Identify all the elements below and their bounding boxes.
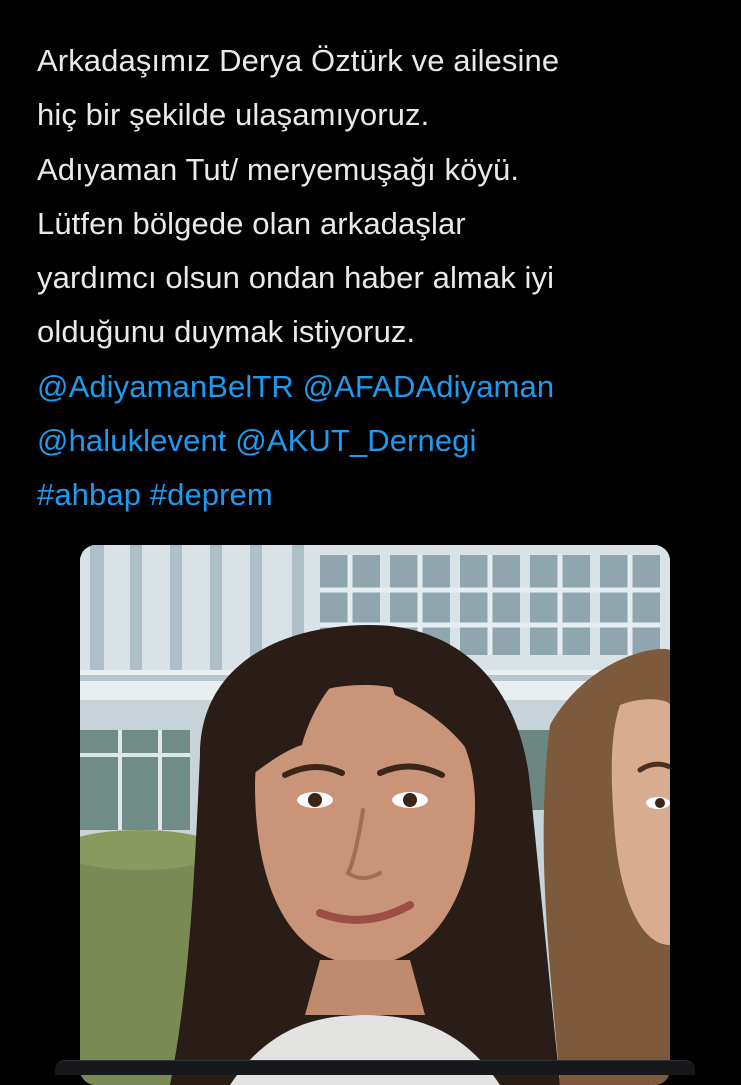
hashtag-link-ahbap[interactable]: #ahbap [37, 477, 141, 512]
tweet-text-line: yardımcı olsun ondan haber almak iyi [37, 260, 555, 296]
mentions-line-1: @AdiyamanBelTR @AFADAdiyaman [37, 360, 727, 414]
mention-link-afadadiyaman[interactable]: @AFADAdiyaman [303, 369, 555, 404]
tweet-text: Arkadaşımız Derya Öztürk ve ailesine hiç… [37, 34, 727, 523]
tweet-text-line: olduğunu duymak istiyoruz. [37, 314, 416, 350]
tweet-photo[interactable] [80, 545, 670, 1085]
tweet-text-line: hiç bir şekilde ulaşamıyoruz. [37, 97, 430, 133]
mentions-line-2: @haluklevent @AKUT_Dernegi [37, 414, 727, 468]
mention-link-haluklevent[interactable]: @haluklevent [37, 423, 227, 458]
photo-illustration [80, 545, 670, 1085]
hashtag-link-deprem[interactable]: #deprem [150, 477, 273, 512]
reply-bar [55, 1060, 695, 1075]
tweet-text-line: Adıyaman Tut/ meryemuşağı köyü. [37, 151, 520, 187]
hashtags-line: #ahbap #deprem [37, 468, 727, 522]
mention-link-akut-dernegi[interactable]: @AKUT_Dernegi [235, 423, 476, 458]
tweet-text-line: Arkadaşımız Derya Öztürk ve ailesine [37, 43, 560, 78]
mention-link-adiyamanbeltr[interactable]: @AdiyamanBelTR [37, 369, 294, 404]
tweet-text-line: Lütfen bölgede olan arkadaşlar [37, 205, 466, 241]
